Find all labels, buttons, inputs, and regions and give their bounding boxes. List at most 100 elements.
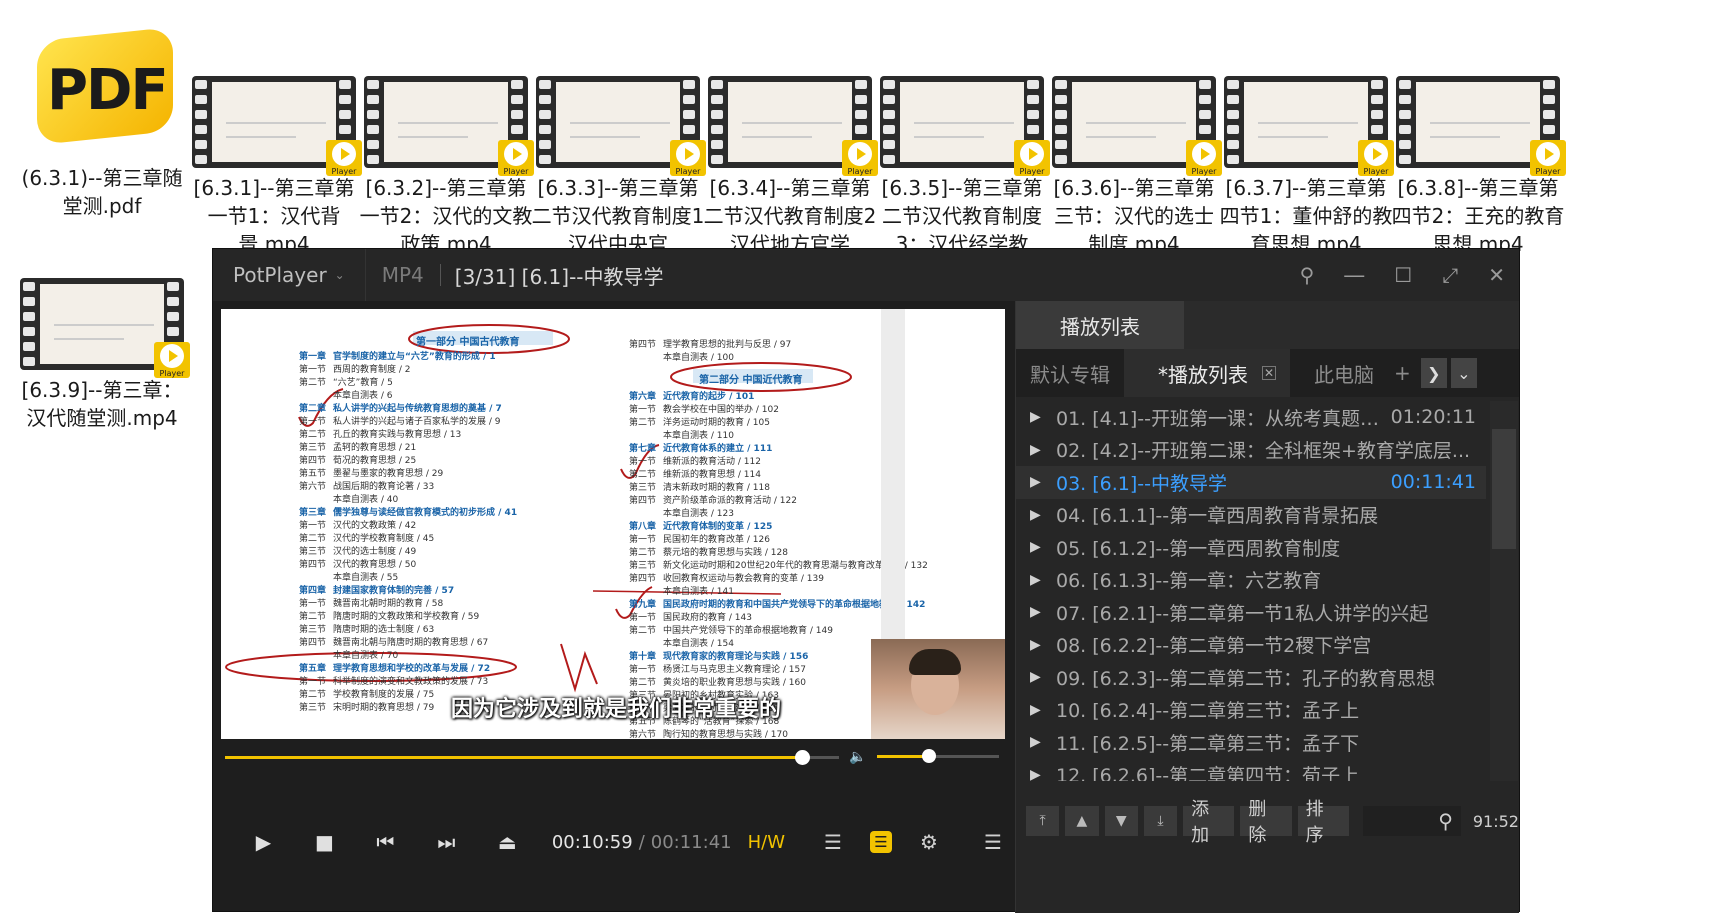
playlist-item[interactable]: ▶ 02. [4.2]--开班第二课：全科框架+教育学底层...: [1016, 434, 1486, 467]
file-name-label: [6.3.1]--第三章第一节1：汉代背景.mp4: [193, 176, 355, 256]
playlist-item[interactable]: ▶ 06. [6.1.3]--第一章：六艺教育: [1016, 564, 1486, 597]
playlist-icon: ☰: [870, 831, 893, 853]
next-button[interactable]: ⏭: [416, 818, 477, 866]
playlist-item[interactable]: ▶ 12. [6.2.6]--第二章第四节：荀子上: [1016, 759, 1486, 781]
chapter-search-button[interactable]: ☰: [813, 821, 853, 863]
video-area[interactable]: 第一章 官学制度的建立与“六艺”教育的形成 / 1 第一节 西周的教育制度 / 2 第二…: [221, 309, 1005, 739]
sort-button[interactable]: 排序: [1297, 799, 1349, 846]
playlist-scrollbar[interactable]: [1490, 401, 1518, 781]
minimize-icon[interactable]: ―: [1344, 263, 1364, 287]
desktop-file-item[interactable]: Player [6.3.5]--第三章第二节汉代教育制度3：汉代经学教: [874, 76, 1050, 258]
tab-default-album[interactable]: 默认专辑: [1016, 349, 1124, 397]
playlist-item[interactable]: ▶ 09. [6.2.3]--第二章第二节：孔子的教育思想: [1016, 661, 1486, 694]
desktop-file-item[interactable]: Player [6.3.7]--第三章第四节1：董仲舒的教育思想.mp4: [1218, 76, 1394, 258]
playlist-item[interactable]: ▶ 10. [6.2.4]--第二章第三节：孟子上: [1016, 694, 1486, 727]
playlist-item[interactable]: ▶ 04. [6.1.1]--第一章西周教育背景拓展: [1016, 499, 1486, 532]
chevron-down-icon[interactable]: ⌄: [1450, 358, 1477, 388]
add-button[interactable]: 添加: [1183, 799, 1235, 846]
eject-button[interactable]: ⏏: [477, 818, 538, 866]
speaker-icon[interactable]: 🔈: [849, 749, 866, 765]
file-name-label: (6.3.1)--第三章随堂测.pdf: [21, 166, 183, 218]
toc-line: 第二节 隋唐时期的文教政策和学校教育 / 59: [299, 612, 480, 622]
desktop-file-item[interactable]: PDF (6.3.1)--第三章随堂测.pdf: [14, 26, 190, 220]
move-bottom-button[interactable]: ⤓: [1143, 806, 1178, 836]
chevron-right-icon[interactable]: ❯: [1420, 358, 1447, 388]
brand-menu[interactable]: PotPlayer ⌄: [213, 249, 366, 301]
video-thumbnail-icon: Player: [708, 76, 878, 176]
playlist-item-name: 08. [6.2.2]--第二章第一节2稷下学宫: [1056, 635, 1372, 658]
playlist-item[interactable]: ▶ 11. [6.2.5]--第二章第三节：孟子下: [1016, 726, 1486, 759]
playlist-item[interactable]: ▶ 08. [6.2.2]--第二章第一节2稷下学宫: [1016, 629, 1486, 662]
file-name-label: [6.3.8]--第三章第四节2：王充的教育思想.mp4: [1391, 176, 1565, 256]
title-bar[interactable]: PotPlayer ⌄ MP4 [3/31] [6.1]--中教导学 ⚲ ― ☐…: [213, 249, 1519, 301]
desktop-file-item[interactable]: Player [6.3.8]--第三章第四节2：王充的教育思想.mp4: [1390, 76, 1566, 258]
stop-button[interactable]: ■: [294, 818, 355, 866]
play-marker-icon: ▶: [1030, 734, 1041, 751]
seek-fill: [225, 756, 803, 759]
toc-line: 本章自测表 / 70: [333, 651, 399, 661]
player-badge-icon: Player: [1186, 140, 1222, 176]
play-marker-icon: ▶: [1030, 669, 1041, 686]
move-top-button[interactable]: ⤒: [1026, 806, 1060, 836]
desktop-file-item[interactable]: Player [6.3.6]--第三章第三节：汉代的选士制度.mp4: [1046, 76, 1222, 258]
volume-control[interactable]: 🔈: [849, 747, 999, 765]
hw-decoder-label[interactable]: H/W: [748, 832, 785, 853]
desktop-file-item[interactable]: Player [6.3.1]--第三章第一节1：汉代背景.mp4: [186, 76, 362, 258]
potplayer-window[interactable]: PotPlayer ⌄ MP4 [3/31] [6.1]--中教导学 ⚲ ― ☐…: [212, 248, 1520, 913]
playlist-item[interactable]: ▶ 03. [6.1]--中教导学 00:11:41: [1016, 466, 1486, 499]
close-tab-icon[interactable]: ✕: [1262, 366, 1276, 380]
player-badge-icon: Player: [154, 342, 190, 378]
list-search-icon: ☰: [824, 830, 842, 854]
scrollbar-thumb[interactable]: [1492, 429, 1516, 549]
play-marker-icon: ▶: [1030, 604, 1041, 621]
move-up-button[interactable]: ▲: [1065, 806, 1099, 836]
playlist-item[interactable]: ▶ 07. [6.2.1]--第二章第一节1私人讲学的兴起: [1016, 596, 1486, 629]
toc-line: 第一节 魏晋南北朝时期的教育 / 58: [299, 599, 444, 609]
brand-label: PotPlayer: [233, 263, 327, 287]
play-button[interactable]: ▶: [233, 818, 294, 866]
delete-button[interactable]: 删除: [1240, 799, 1292, 846]
toc-line: 第六节 战国后期的教育论著 / 33: [299, 482, 435, 492]
desktop-file-item[interactable]: Player [6.3.4]--第三章第二节汉代教育制度2汉代地方官学: [702, 76, 878, 258]
player-badge-icon: Player: [498, 140, 534, 176]
tab-add[interactable]: +: [1388, 349, 1417, 397]
playlist-item-name: 12. [6.2.6]--第二章第四节：荀子上: [1056, 765, 1360, 781]
volume-handle[interactable]: [922, 749, 937, 763]
close-icon[interactable]: ✕: [1488, 263, 1505, 287]
player-badge-icon: Player: [1530, 140, 1566, 176]
player-badge-icon: Player: [670, 140, 706, 176]
desktop-file-item[interactable]: Player [6.3.3]--第三章第二节汉代教育制度1汉代中央官: [530, 76, 706, 258]
menu-button[interactable]: ☰: [973, 821, 1013, 863]
presenter-hair: [909, 649, 961, 675]
playlist-item[interactable]: ▶ 05. [6.1.2]--第一章西周教育制度: [1016, 531, 1486, 564]
move-down-button[interactable]: ▼: [1104, 806, 1138, 836]
file-name-label: [6.3.9]--第三章：汉代随堂测.mp4: [21, 378, 183, 430]
playlist-items: ▶ 01. [4.1]--开班第一课：从统考真题看... 01:20:11 ▶ 02. …: [1016, 401, 1486, 781]
desktop-file-item[interactable]: Player [6.3.2]--第三章第一节2：汉代的文教政策.mp4: [358, 76, 534, 258]
playlist-search-box[interactable]: ⚲: [1362, 806, 1461, 836]
tab-this-pc[interactable]: 此电脑: [1290, 349, 1388, 397]
time-display: 00:10:59/00:11:41: [552, 832, 732, 853]
search-icon: ⚲: [1438, 809, 1453, 833]
player-badge-icon: Player: [842, 140, 878, 176]
chevron-down-icon: ⌄: [334, 268, 345, 282]
toc-line: 第四节 汉代的教育思想 / 50: [299, 560, 417, 570]
window-controls: ⚲ ― ☐ ⤢ ✕: [1300, 249, 1505, 301]
seek-handle[interactable]: [795, 750, 811, 765]
play-marker-icon: ▶: [1030, 409, 1041, 426]
skip-previous-icon: ⏮: [376, 830, 395, 854]
maximize-icon[interactable]: ☐: [1394, 263, 1412, 287]
desktop-file-item[interactable]: Player [6.3.9]--第三章：汉代随堂测.mp4: [14, 278, 190, 432]
tab-playlist-main[interactable]: 播放列表: [1016, 301, 1184, 349]
toc-line: 第四章 封建国家教育体制的完善 / 57: [299, 586, 455, 596]
pin-icon[interactable]: ⚲: [1300, 263, 1315, 287]
tab-playlist[interactable]: *播放列表 ✕: [1124, 349, 1290, 397]
fullscreen-icon[interactable]: ⤢: [1442, 263, 1458, 287]
toc-line: 第一节 汉代的文教政策 / 42: [299, 521, 417, 531]
previous-button[interactable]: ⏮: [355, 818, 416, 866]
playlist-item[interactable]: ▶ 01. [4.1]--开班第一课：从统考真题看... 01:20:11: [1016, 401, 1486, 434]
toc-line: 第一节 西周的教育制度 / 2: [299, 365, 411, 375]
playlist-toggle-button[interactable]: ☰: [861, 821, 901, 863]
toc-line: 第二节 孔丘的教育实践与教育思想 / 13: [299, 430, 462, 440]
settings-button[interactable]: ⚙: [909, 821, 949, 863]
